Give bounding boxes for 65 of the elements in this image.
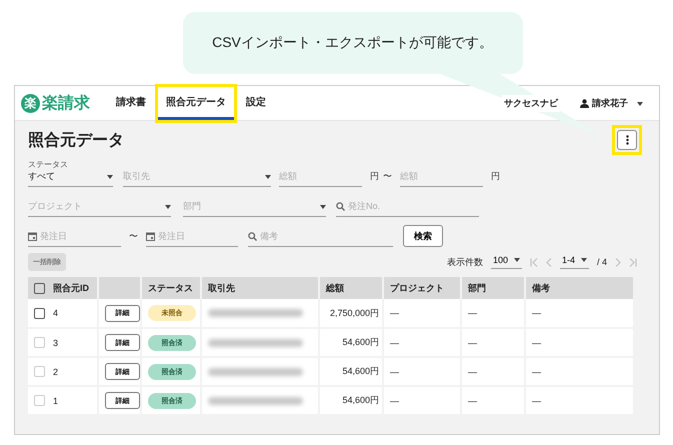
previous-page-icon[interactable] [546,258,552,266]
id-text: 3 [53,338,58,348]
range-tilde: 〜 [383,170,392,183]
table-cell: — [525,386,634,415]
row-checkbox[interactable] [34,308,45,318]
select-all-checkbox[interactable] [34,282,45,294]
nav-tab[interactable]: 請求書 [108,86,154,120]
caret-icon [580,258,587,262]
table-cell: — [461,357,525,386]
table-cell: — [461,299,525,328]
page-range-select[interactable]: 1-4 [560,255,589,269]
column-header: 部門 [461,277,525,299]
calendar-icon [28,232,37,241]
column-header: 総額 [319,277,383,299]
range-tilde: 〜 [129,230,138,243]
calendar-icon [146,232,155,241]
table-cell: — [383,328,461,357]
user-icon [580,98,589,108]
caret-icon [637,102,643,106]
logo-mark: 楽 [21,94,40,112]
page-title: 照合元データ [28,130,124,150]
table-cell: — [461,328,525,357]
nav-tab[interactable]: 設定 [238,86,274,120]
user-menu[interactable]: 請求花子 [574,96,649,110]
page-total: / 4 [596,257,607,267]
first-page-icon[interactable] [530,258,538,266]
column-header: プロジェクト [383,277,461,299]
caret-icon [514,258,520,262]
caret-icon [165,204,171,208]
caret-icon [320,204,326,208]
search-icon [248,232,257,241]
next-page-icon[interactable] [615,258,621,266]
more-menu-button[interactable] [617,130,637,150]
table-cell: 54,600円 [319,328,383,357]
column-header: 備考 [525,277,634,299]
callout-bubble: CSVインポート・エクスポートが可能です。 [182,12,522,74]
caret-icon [107,174,113,178]
table-cell: — [383,299,461,328]
table-cell: — [461,386,525,415]
table-cell: — [525,328,634,357]
id-text: 4 [53,308,58,318]
per-page-label: 表示件数 [446,256,483,268]
table-cell: — [525,299,634,328]
table-cell: — [383,357,461,386]
logo-text: 楽請求 [42,93,90,114]
more-icon [626,135,628,145]
column-header: ステータス [141,277,201,299]
id-text: 1 [53,396,58,406]
status-select[interactable]: ステータス すべて [28,159,113,187]
search-icon [336,202,345,211]
last-page-icon[interactable] [629,258,637,266]
id-text: 2 [53,366,58,376]
table-cell: — [383,386,461,415]
table-cell: 54,600円 [319,357,383,386]
caret-icon [265,174,271,178]
table-cell: 54,600円 [319,386,383,415]
search-button[interactable]: 検索 [403,225,443,247]
yen-label: 円 [370,170,379,183]
column-label: 照合元ID [53,282,89,294]
table-cell: — [525,357,634,386]
yen-label: 円 [491,170,500,183]
per-page-select[interactable]: 100 [490,255,522,269]
table-cell: 2,750,000円 [319,299,383,328]
help-link[interactable]: サクセスナビ [502,94,560,112]
column-header: 取引先 [201,277,319,299]
